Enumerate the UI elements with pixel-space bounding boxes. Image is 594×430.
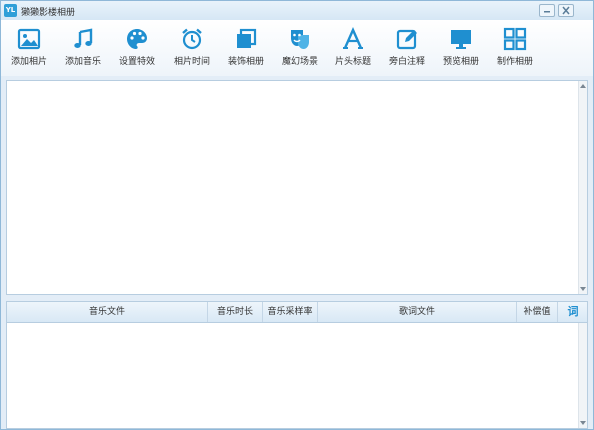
set-effects-button[interactable]: 设置特效 bbox=[112, 27, 162, 73]
title-header-button[interactable]: 片头标题 bbox=[328, 27, 378, 73]
music-table-header: 音乐文件 音乐时长 音乐采样率 歌词文件 补偿值 词 bbox=[7, 302, 587, 323]
app-window: YL 獭獭影楼相册 添加相片 添加音乐 设置特效 相片时间 装饰相册 魔幻场景 … bbox=[0, 0, 594, 430]
column-compensation[interactable]: 补偿值 bbox=[517, 302, 558, 322]
make-album-label: 制作相册 bbox=[496, 57, 533, 67]
column-music-duration[interactable]: 音乐时长 bbox=[208, 302, 263, 322]
toolbar: 添加相片 添加音乐 设置特效 相片时间 装饰相册 魔幻场景 片头标题 旁白注释 … bbox=[1, 20, 593, 76]
narration-note-button[interactable]: 旁白注释 bbox=[382, 27, 432, 73]
theater-mask-icon bbox=[291, 30, 309, 49]
magic-scene-button[interactable]: 魔幻场景 bbox=[275, 27, 325, 73]
scroll-up-icon[interactable] bbox=[580, 84, 586, 88]
title-a-icon bbox=[343, 27, 363, 49]
scroll-down-icon[interactable] bbox=[580, 421, 586, 425]
alarm-clock-icon bbox=[182, 28, 202, 50]
lyric-icon[interactable]: 词 bbox=[566, 305, 580, 319]
decorate-album-label: 装饰相册 bbox=[227, 57, 264, 67]
magic-scene-label: 魔幻场景 bbox=[281, 57, 318, 67]
minimize-button[interactable] bbox=[539, 4, 555, 17]
decorate-album-button[interactable]: 装饰相册 bbox=[221, 27, 271, 73]
close-icon bbox=[562, 6, 570, 15]
music-table-scrollbar[interactable] bbox=[578, 323, 587, 428]
add-music-button[interactable]: 添加音乐 bbox=[58, 27, 108, 73]
window-title: 獭獭影楼相册 bbox=[21, 8, 76, 18]
add-photo-button[interactable]: 添加相片 bbox=[4, 27, 54, 73]
scroll-down-icon[interactable] bbox=[580, 287, 586, 291]
photo-time-label: 相片时间 bbox=[173, 57, 210, 67]
music-table[interactable]: 音乐文件 音乐时长 音乐采样率 歌词文件 补偿值 词 bbox=[6, 301, 588, 429]
app-logo: YL bbox=[4, 4, 17, 17]
minimize-icon bbox=[544, 11, 550, 13]
add-music-label: 添加音乐 bbox=[64, 57, 101, 67]
column-lyric-file[interactable]: 歌词文件 bbox=[318, 302, 517, 322]
monitor-icon bbox=[451, 30, 471, 49]
column-sample-rate[interactable]: 音乐采样率 bbox=[263, 302, 318, 322]
photo-time-button[interactable]: 相片时间 bbox=[167, 27, 217, 73]
music-note-icon bbox=[74, 28, 93, 48]
photo-list-panel[interactable] bbox=[6, 80, 588, 295]
layers-icon bbox=[237, 28, 257, 48]
narration-note-label: 旁白注释 bbox=[388, 57, 425, 67]
photo-panel-scrollbar[interactable] bbox=[578, 81, 587, 294]
add-photo-label: 添加相片 bbox=[10, 57, 47, 67]
image-icon bbox=[17, 28, 41, 50]
grid-icon bbox=[503, 27, 527, 51]
title-bar: YL 獭獭影楼相册 bbox=[1, 1, 593, 20]
close-button[interactable] bbox=[558, 4, 574, 17]
set-effects-label: 设置特效 bbox=[118, 57, 155, 67]
edit-pen-icon bbox=[396, 29, 417, 50]
preview-album-label: 预览相册 bbox=[442, 57, 479, 67]
palette-icon bbox=[127, 29, 147, 49]
column-music-file[interactable]: 音乐文件 bbox=[7, 302, 208, 322]
make-album-button[interactable]: 制作相册 bbox=[490, 27, 540, 73]
title-header-label: 片头标题 bbox=[334, 57, 371, 67]
preview-album-button[interactable]: 预览相册 bbox=[436, 27, 486, 73]
